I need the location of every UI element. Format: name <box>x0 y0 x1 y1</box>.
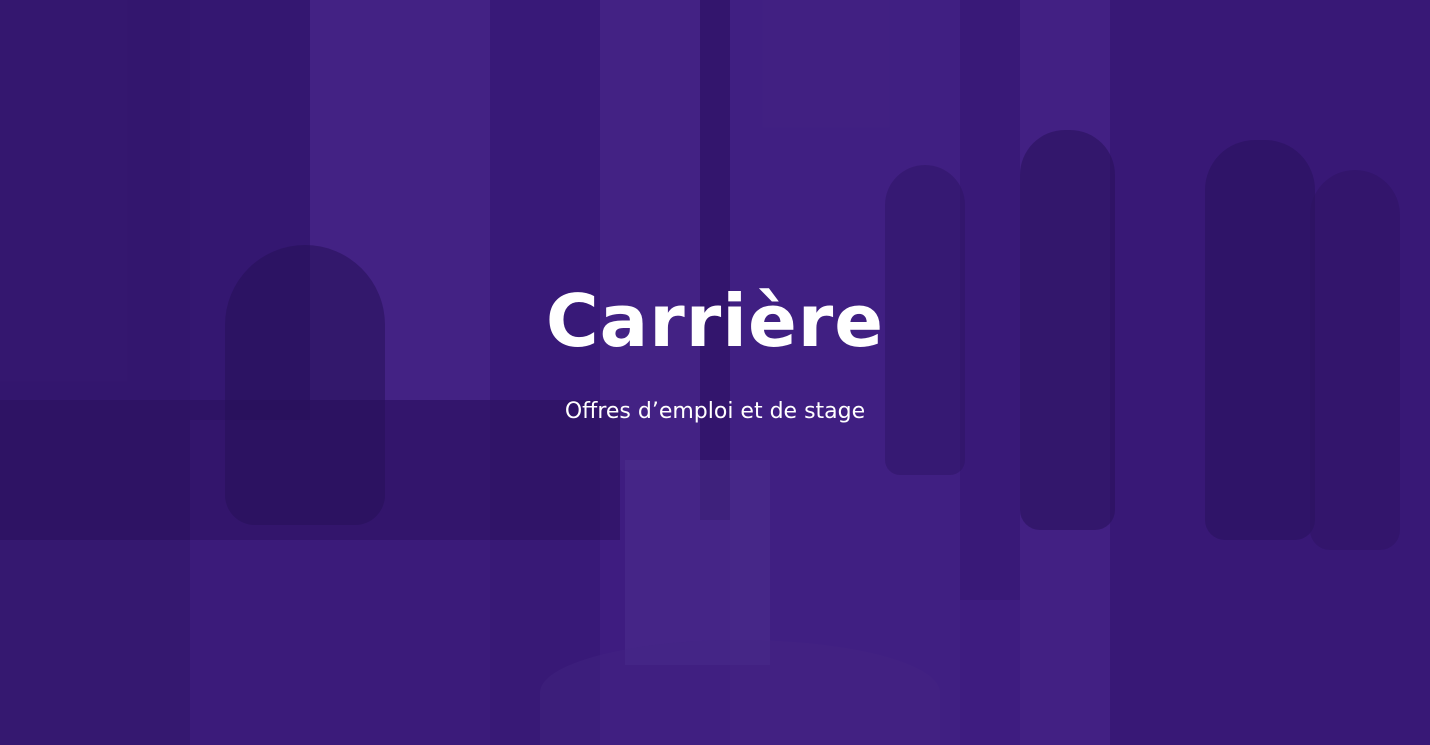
hero-banner: Carrière Offres d’emploi et de stage <box>0 0 1430 745</box>
hero-content: Carrière Offres d’emploi et de stage <box>0 0 1430 745</box>
page-title: Carrière <box>545 279 885 363</box>
page-subtitle: Offres d’emploi et de stage <box>564 399 866 424</box>
